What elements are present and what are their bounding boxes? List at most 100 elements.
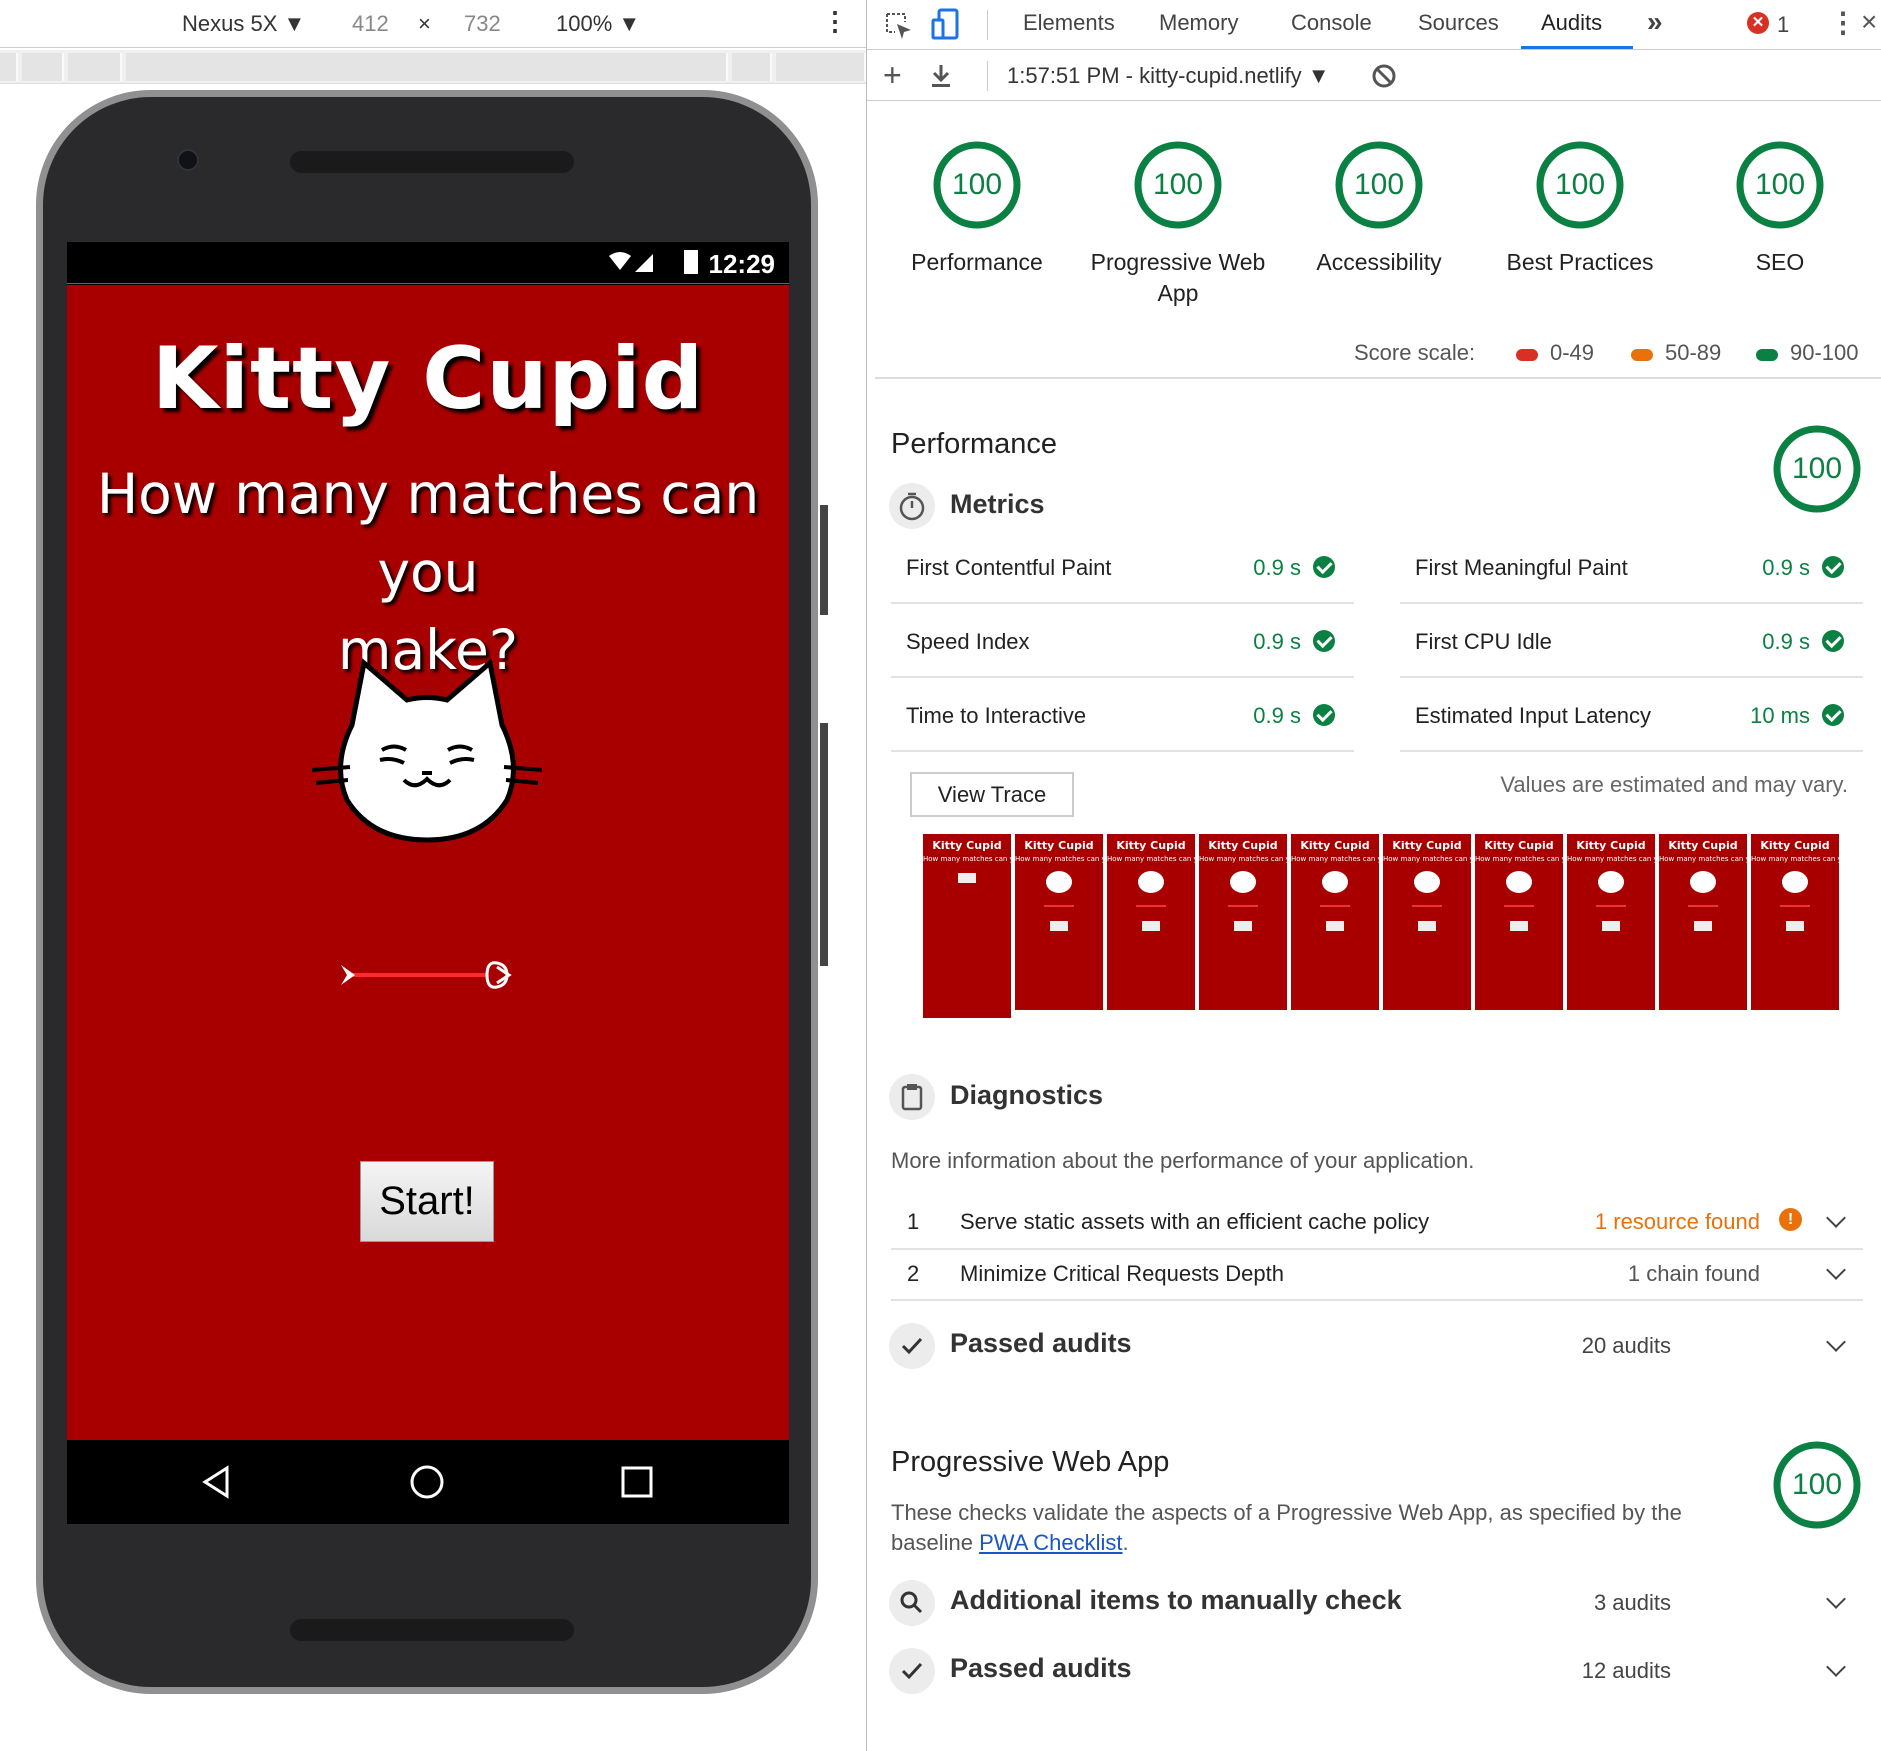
metric-name: Speed Index [906,629,1030,654]
estimate-note: Values are estimated and may vary. [1500,772,1848,797]
gauge-label: Performance [911,249,1043,275]
diagnostics-description: More information about the performance o… [891,1148,1475,1173]
frame-start-button [1050,921,1068,931]
scale-range-pass: 90-100 [1790,340,1859,365]
zoom-select[interactable]: 100% ▼ [556,11,640,37]
pwa-title: Progressive Web App [891,1446,1170,1478]
metric-name: First Meaningful Paint [1415,555,1628,580]
frame-arrow-icon [1780,905,1810,907]
chevron-down-icon[interactable] [1826,1589,1846,1609]
tab-console[interactable]: Console [1291,10,1372,36]
diagnostic-name: Serve static assets with an efficient ca… [960,1209,1430,1234]
inspect-element-icon[interactable] [885,12,913,40]
frame-arrow-icon [1596,905,1626,907]
app-viewport: Kitty Cupid How many matches can you mak… [67,285,789,1440]
frame-subtitle: How many matches can you make? [1567,855,1655,863]
active-tab-indicator [1521,46,1633,49]
score-scale-label: Score scale: [1354,340,1476,365]
new-audit-icon[interactable]: + [883,57,902,94]
more-options-icon[interactable]: ⋮ [822,6,848,37]
start-button[interactable]: Start! [360,1161,494,1242]
report-select[interactable]: 1:57:51 PM - kitty-cupid.netlify ▼ [1007,63,1330,89]
media-query-ruler [0,50,866,84]
gauge-score: 100 [1791,1468,1843,1501]
frame-start-button [958,873,976,883]
gauge-score: 100 [951,168,1003,201]
dimension-times: × [418,11,431,36]
frame-arrow-icon [1412,905,1442,907]
gauge-accessibility[interactable]: 100 [1334,140,1424,230]
close-devtools-icon[interactable]: × [1861,6,1877,38]
metric-value: 0.9 s [1253,629,1301,654]
gauge-label: Best Practices [1506,249,1654,275]
frame-cat-icon [1046,871,1072,893]
tab-memory[interactable]: Memory [1159,10,1238,36]
search-icon [889,1580,935,1626]
app-subtitle: How many matches can you make? [67,455,789,689]
width-input[interactable]: 412 [352,11,389,37]
chevron-down-icon[interactable] [1826,1657,1846,1677]
frame-cat-icon [1414,871,1440,893]
scale-dot-average [1631,349,1653,361]
filmstrip-frame: Kitty Cupid How many matches can you make… [1198,833,1288,1011]
checkmark-icon [889,1323,935,1369]
clear-icon[interactable] [1371,63,1397,89]
filmstrip-frame: Kitty Cupid How many matches can you make… [1474,833,1564,1011]
gauge-best-practices[interactable]: 100 [1535,140,1625,230]
diagnostic-result: 1 chain found [1627,1261,1760,1286]
frame-title: Kitty Cupid [1208,839,1278,852]
frame-title: Kitty Cupid [1760,839,1830,852]
metrics-title: Metrics [950,489,1045,519]
more-tabs-icon[interactable]: » [1647,6,1663,38]
speaker-grille [290,151,574,173]
chevron-down-icon[interactable] [1826,1260,1846,1280]
error-icon[interactable]: ✕ [1747,12,1769,34]
pwa-checklist-link[interactable]: PWA Checklist [979,1530,1122,1555]
frame-start-button [1602,921,1620,931]
audit-count: 3 audits [1593,1590,1671,1615]
error-count[interactable]: 1 [1777,12,1789,38]
view-trace-button[interactable]: View Trace [910,772,1074,817]
filmstrip: Kitty Cupid How many matches can you make… [922,833,1857,1023]
frame-subtitle: How many matches can you make? [1475,855,1563,863]
filmstrip-frame: Kitty Cupid How many matches can you make… [1290,833,1380,1011]
pwa-score-gauge: 100 [1772,1440,1862,1530]
frame-arrow-icon [1688,905,1718,907]
recents-icon[interactable] [617,1462,657,1502]
audit-count: 12 audits [1581,1658,1671,1683]
performance-score-gauge: 100 [1772,424,1862,514]
frame-title: Kitty Cupid [932,839,1002,852]
clipboard-icon [889,1074,935,1120]
diagnostic-number: 2 [907,1261,920,1286]
home-icon[interactable] [407,1462,447,1502]
frame-cat-icon [1782,871,1808,893]
gauge-label: Accessibility [1316,249,1442,275]
frame-subtitle: How many matches can you make? [1659,855,1747,863]
gauge-seo[interactable]: 100 [1735,140,1825,230]
chevron-down-icon[interactable] [1826,1332,1846,1352]
frame-start-button [1234,921,1252,931]
filmstrip-frame: Kitty Cupid How many matches can you make… [1106,833,1196,1011]
devtools-menu-icon[interactable]: ⋮ [1829,6,1857,39]
height-input[interactable]: 732 [464,11,501,37]
android-nav-bar [67,1440,789,1524]
tab-audits[interactable]: Audits [1541,10,1602,36]
back-icon[interactable] [197,1462,237,1502]
gauge-performance[interactable]: 100 [932,140,1022,230]
signal-icons [609,252,653,272]
device-toggle-icon[interactable] [931,8,959,42]
gauge-pwa[interactable]: 100 [1133,140,1223,230]
status-bar: 12:29 [67,242,789,284]
chevron-down-icon[interactable] [1826,1208,1846,1228]
camera-icon [177,149,199,171]
pass-check-icon [1822,704,1844,726]
download-icon[interactable] [929,63,953,89]
metric-name: Estimated Input Latency [1415,703,1652,728]
passed-audits-title: Passed audits [950,1653,1132,1683]
frame-start-button [1142,921,1160,931]
device-select[interactable]: Nexus 5X ▼ [182,11,305,37]
frame-subtitle: How many matches can you make? [1291,855,1379,863]
filmstrip-frame: Kitty Cupid How many matches can you make… [1382,833,1472,1011]
tab-sources[interactable]: Sources [1418,10,1499,36]
tab-elements[interactable]: Elements [1023,10,1115,36]
